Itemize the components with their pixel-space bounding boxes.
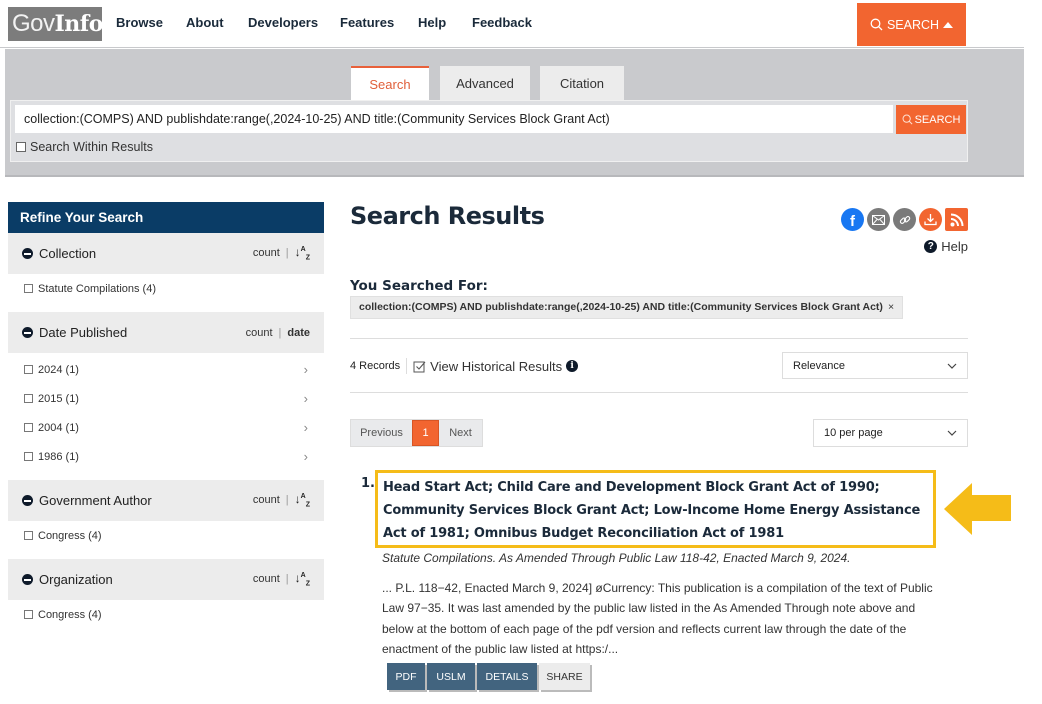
checkbox[interactable] [24,423,33,432]
search-within-results[interactable]: Search Within Results [16,140,153,154]
download-icon[interactable] [919,208,942,231]
sort-select[interactable]: Relevance [782,352,968,379]
facet-date-header[interactable]: Date Published count | date [8,312,324,353]
chevron-right-icon[interactable]: › [304,391,308,406]
collapse-icon[interactable] [22,495,33,506]
sort-alpha-icon[interactable]: ↓AZ [295,245,310,261]
result-number: 1. [361,476,375,491]
result-snippet: ... P.L. 118−42, Enacted March 9, 2024] … [382,581,933,657]
nav-feedback[interactable]: Feedback [472,15,532,30]
sort-date[interactable]: date [287,327,310,339]
pdf-button[interactable]: PDF [387,663,425,690]
pagination: Previous 1 Next [350,419,483,447]
collapse-icon[interactable] [22,574,33,585]
email-icon[interactable] [867,208,890,231]
checkbox-checked-icon[interactable] [413,360,426,373]
divider [406,358,408,374]
rss-icon[interactable] [945,208,968,231]
search-icon [870,18,883,31]
facet-organization-header[interactable]: Organization count | ↓AZ [8,559,324,600]
sort-count[interactable]: count [253,247,280,259]
search-form: collection:(COMPS) AND publishdate:range… [10,100,968,162]
nav-about[interactable]: About [186,15,224,30]
chevron-down-icon [947,363,957,369]
facet-government-author-header[interactable]: Government Author count | ↓AZ [8,480,324,521]
divider [350,392,968,393]
chevron-right-icon[interactable]: › [304,362,308,377]
checkbox[interactable] [24,284,33,293]
caret-up-icon [943,22,954,28]
share-icons: f [841,208,968,231]
chevron-down-icon [947,430,957,436]
sort-alpha-icon[interactable]: ↓AZ [295,571,310,587]
view-historical-results[interactable]: View Historical Results i [413,359,579,374]
annotation-arrow-icon [944,483,1011,535]
tab-search[interactable]: Search [351,66,429,101]
records-count: 4 Records [350,360,401,372]
facet-collection-header[interactable]: Collection count | ↓AZ [8,233,324,274]
facet-item[interactable]: Congress (4) [8,600,324,629]
share-button[interactable]: SHARE [539,663,590,690]
search-panel: Search Advanced Citation collection:(COM… [5,49,1024,177]
refine-sidebar: Refine Your Search Collection count | ↓AZ … [8,202,324,629]
per-page-select[interactable]: 10 per page [813,419,968,447]
facet-item[interactable]: 2024 (1) › [8,355,324,384]
checkbox[interactable] [24,452,33,461]
sort-count[interactable]: count [253,494,280,506]
uslm-button[interactable]: USLM [427,663,475,690]
search-within-checkbox[interactable] [16,142,26,152]
result-subtitle: Statute Compilations. As Amended Through… [382,551,851,565]
toggle-search-button[interactable]: SEARCH [857,3,966,46]
tab-advanced[interactable]: Advanced [440,66,530,101]
top-navigation: GovInfo Browse About Developers Features… [0,0,1024,48]
pagination-next[interactable]: Next [439,420,482,446]
nav-help[interactable]: Help [418,15,446,30]
govinfo-logo[interactable]: GovInfo [8,7,103,41]
details-button[interactable]: DETAILS [477,663,537,690]
facet-item[interactable]: 2015 (1) › [8,384,324,413]
question-icon: ? [924,240,938,253]
pagination-page-current[interactable]: 1 [412,420,439,446]
query-chip: collection:(COMPS) AND publishdate:range… [350,296,904,319]
facebook-icon[interactable]: f [841,208,864,231]
link-icon[interactable] [893,208,916,231]
checkbox[interactable] [24,394,33,403]
facet-item[interactable]: Congress (4) [8,521,324,550]
highlighted-title-box: Head Start Act; Child Care and Developme… [375,470,936,548]
you-searched-for-label: You Searched For: [350,278,488,294]
tab-citation[interactable]: Citation [540,66,624,101]
pagination-previous[interactable]: Previous [351,420,412,446]
divider [350,338,968,339]
info-icon[interactable]: i [566,360,579,372]
search-submit-button[interactable]: SEARCH [896,105,966,134]
search-icon [902,114,913,125]
collapse-icon[interactable] [22,248,33,259]
help-link[interactable]: ? Help [924,239,968,254]
checkbox[interactable] [24,365,33,374]
nav-features[interactable]: Features [340,15,394,30]
checkbox[interactable] [24,610,33,619]
chevron-right-icon[interactable]: › [304,420,308,435]
results-meta: 4 Records View Historical Results i [350,358,579,374]
sort-count[interactable]: count [246,327,273,339]
checkbox[interactable] [24,531,33,540]
nav-browse[interactable]: Browse [116,15,163,30]
search-query-input[interactable]: collection:(COMPS) AND publishdate:range… [15,105,893,133]
sort-count[interactable]: count [253,573,280,585]
refine-heading: Refine Your Search [8,202,324,233]
facet-item[interactable]: 2004 (1) › [8,413,324,442]
facet-item[interactable]: 1986 (1) › [8,442,324,471]
result-title-link[interactable]: Head Start Act; Child Care and Developme… [383,476,928,545]
nav-developers[interactable]: Developers [248,15,318,30]
page-title: Search Results [350,202,545,230]
chevron-right-icon[interactable]: › [304,449,308,464]
result-actions: PDF USLM DETAILS SHARE [387,663,590,690]
collapse-icon[interactable] [22,327,33,338]
sort-alpha-icon[interactable]: ↓AZ [295,492,310,508]
facet-item[interactable]: Statute Compilations (4) [8,274,324,303]
remove-query-icon[interactable]: × [888,301,894,313]
